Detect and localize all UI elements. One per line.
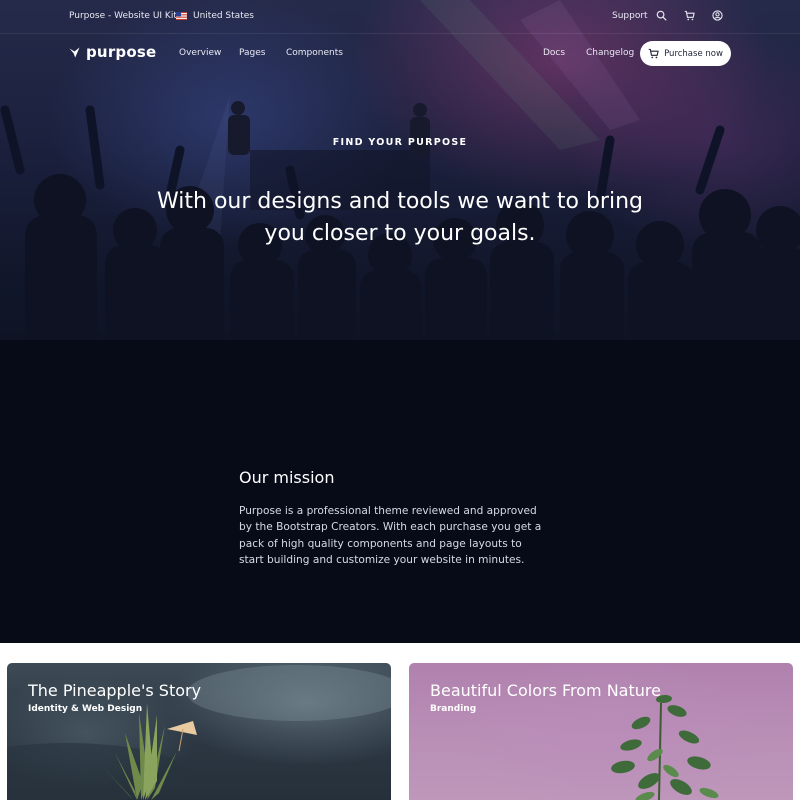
hero-headline: With our designs and tools we want to br… bbox=[157, 189, 643, 246]
card-title: Beautiful Colors From Nature bbox=[430, 681, 661, 700]
hero-section: Purpose - Website UI Kit United States S… bbox=[0, 0, 800, 390]
brand-name: purpose bbox=[86, 43, 157, 61]
us-flag-icon bbox=[176, 12, 187, 20]
project-card-colors-nature[interactable]: Beautiful Colors From Nature Branding bbox=[409, 663, 793, 800]
mission-title: Our mission bbox=[239, 468, 335, 487]
support-link[interactable]: Support bbox=[612, 11, 648, 21]
card-title: The Pineapple's Story bbox=[28, 681, 202, 700]
nav-link-pages[interactable]: Pages bbox=[239, 48, 265, 58]
purchase-now-label: Purchase now bbox=[664, 48, 723, 59]
purchase-now-button[interactable]: Purchase now bbox=[640, 41, 731, 66]
brand-logo[interactable]: purpose bbox=[69, 43, 156, 61]
nav-link-overview[interactable]: Overview bbox=[179, 48, 221, 58]
nav-link-changelog[interactable]: Changelog bbox=[586, 48, 634, 58]
cart-icon bbox=[648, 48, 659, 59]
nav-link-components[interactable]: Components bbox=[286, 48, 343, 58]
top-utility-bar: Purpose - Website UI Kit United States S… bbox=[0, 0, 800, 34]
main-navbar: purpose Overview Pages Components Docs C… bbox=[0, 34, 800, 74]
project-card-pineapple[interactable]: The Pineapple's Story Identity & Web Des… bbox=[7, 663, 391, 800]
logo-mark-icon bbox=[69, 47, 80, 57]
mission-section: Our mission Purpose is a professional th… bbox=[0, 390, 800, 643]
country-selector[interactable]: United States bbox=[176, 11, 254, 21]
cart-icon[interactable] bbox=[684, 10, 695, 21]
search-icon[interactable] bbox=[656, 10, 667, 21]
card-subtitle: Branding bbox=[430, 704, 477, 714]
nav-link-docs[interactable]: Docs bbox=[543, 48, 565, 58]
card-subtitle: Identity & Web Design bbox=[28, 704, 143, 714]
mission-body: Purpose is a professional theme reviewed… bbox=[239, 505, 542, 566]
kit-label[interactable]: Purpose - Website UI Kit bbox=[69, 11, 177, 21]
user-circle-icon[interactable] bbox=[712, 10, 723, 21]
country-label: United States bbox=[193, 11, 254, 21]
hero-eyebrow: FIND YOUR PURPOSE bbox=[332, 137, 468, 148]
